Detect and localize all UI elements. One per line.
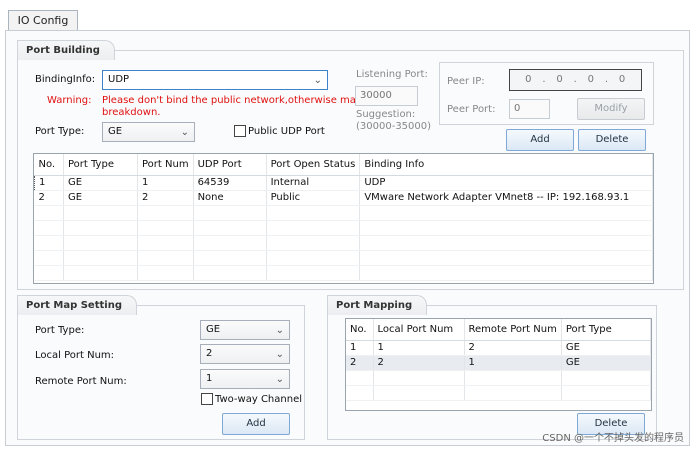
local-port-num-select[interactable]: 2 ⌄ (200, 344, 290, 364)
public-udp-checkbox[interactable] (234, 125, 246, 137)
suggestion-label: Suggestion: (356, 109, 416, 120)
cell-port-type: GE (561, 340, 651, 356)
cell-no: 2 (34, 190, 64, 206)
peer-ip-dot: . (604, 74, 609, 85)
column-header[interactable]: Local Port Num (373, 319, 465, 341)
cell-no: 1 (34, 175, 64, 191)
public-udp-label: Public UDP Port (248, 126, 325, 137)
cell-remote-port: 2 (464, 340, 562, 356)
local-port-num-value: 2 (206, 348, 213, 359)
map-port-type-value: GE (206, 324, 221, 335)
peer-port-input[interactable]: 0 (509, 99, 550, 119)
add-map-button[interactable]: Add (222, 413, 290, 435)
column-header[interactable]: Port Type (63, 154, 138, 176)
listening-port-input[interactable]: 30000 (355, 86, 418, 106)
peer-ip-octet-3: 0 (587, 74, 595, 85)
cell-no: 1 (346, 340, 374, 356)
empty-row (34, 265, 653, 281)
port-building-title: Port Building (17, 40, 115, 60)
peer-ip-input[interactable]: 0 . 0 . 0 . 0 (509, 69, 642, 91)
peer-ip-dot: . (542, 74, 547, 85)
cell-open-status: Internal (266, 175, 361, 191)
binding-info-label: BindingInfo: (35, 74, 96, 85)
empty-row (34, 235, 653, 251)
cell-open-status: Public (266, 190, 361, 206)
peer-ip-octet-2: 0 (556, 74, 564, 85)
cell-udp-port: 64539 (193, 175, 267, 191)
cell-remote-port: 1 (464, 355, 562, 371)
modify-button[interactable]: Modify (577, 98, 645, 120)
cell-local-port: 2 (373, 355, 465, 371)
table-row[interactable]: 1 GE 1 64539 Internal UDP (34, 175, 653, 191)
suggestion-range: (30000-35000) (356, 121, 432, 132)
cell-port-num: 2 (137, 190, 194, 206)
warning-text-line2: breakdown. (102, 107, 161, 118)
remote-port-num-label: Remote Port Num: (35, 376, 127, 387)
cell-no: 2 (346, 355, 374, 371)
empty-row (34, 220, 653, 236)
binding-info-select[interactable]: UDP ⌄ (102, 70, 328, 90)
chevron-down-icon: ⌄ (313, 75, 322, 86)
port-building-table: No. Port Type Port Num UDP Port Port Ope… (33, 153, 654, 284)
warning-text-line1: Please don't bind the public network,oth… (102, 95, 375, 106)
cell-port-type: GE (63, 190, 138, 206)
cell-port-type: GE (63, 175, 138, 191)
add-port-button[interactable]: Add (506, 129, 574, 151)
cell-port-num: 1 (137, 175, 194, 191)
column-header[interactable]: Port Open Status (266, 154, 361, 176)
cell-binding-info: VMware Network Adapter VMnet8 -- IP: 192… (359, 190, 653, 206)
column-header[interactable]: Remote Port Num (464, 319, 562, 341)
empty-row (346, 385, 651, 401)
delete-port-button[interactable]: Delete (578, 129, 646, 151)
tab-io-config[interactable]: IO Config (8, 10, 78, 31)
local-port-num-label: Local Port Num: (35, 350, 115, 361)
warning-label: Warning: (47, 95, 92, 106)
table-header-row: No. Local Port Num Remote Port Num Port … (346, 319, 651, 341)
two-way-channel-label: Two-way Channel (215, 394, 303, 405)
column-header[interactable]: UDP Port (193, 154, 267, 176)
binding-info-value: UDP (108, 74, 130, 85)
watermark-text: CSDN @一个不掉头发的程序员 (542, 433, 684, 444)
empty-row (346, 370, 651, 386)
peer-ip-octet-1: 0 (525, 74, 533, 85)
empty-row (34, 250, 653, 266)
two-way-channel-checkbox[interactable] (201, 393, 213, 405)
port-type-label: Port Type: (35, 126, 85, 137)
table-row[interactable]: 2 2 1 GE (346, 355, 651, 371)
cell-local-port: 1 (373, 340, 465, 356)
chevron-down-icon: ⌄ (180, 127, 189, 138)
peer-ip-dot: . (573, 74, 578, 85)
remote-port-num-select[interactable]: 1 ⌄ (200, 369, 290, 389)
port-mapping-title: Port Mapping (327, 295, 428, 315)
map-port-type-label: Port Type: (35, 325, 85, 336)
column-header[interactable]: No. (346, 319, 374, 341)
empty-row (34, 205, 653, 221)
cell-udp-port: None (193, 190, 267, 206)
column-header[interactable]: Binding Info (359, 154, 653, 176)
chevron-down-icon: ⌄ (275, 325, 284, 336)
peer-port-label: Peer Port: (447, 104, 496, 115)
cell-binding-info: UDP (359, 175, 653, 191)
chevron-down-icon: ⌄ (275, 374, 284, 385)
column-header[interactable]: Port Num (137, 154, 194, 176)
column-header[interactable]: No. (34, 154, 64, 176)
port-type-value: GE (108, 126, 123, 137)
listening-port-label: Listening Port: (356, 69, 428, 80)
table-row[interactable]: 2 GE 2 None Public VMware Network Adapte… (34, 190, 653, 206)
column-header[interactable]: Port Type (561, 319, 651, 341)
map-port-type-select[interactable]: GE ⌄ (200, 320, 290, 340)
peer-ip-label: Peer IP: (447, 76, 485, 87)
cell-port-type: GE (561, 355, 651, 371)
table-row[interactable]: 1 1 2 GE (346, 340, 651, 356)
port-type-select[interactable]: GE ⌄ (102, 122, 195, 142)
port-mapping-table: No. Local Port Num Remote Port Num Port … (345, 318, 652, 411)
chevron-down-icon: ⌄ (275, 349, 284, 360)
remote-port-num-value: 1 (206, 373, 213, 384)
port-map-setting-title: Port Map Setting (17, 295, 137, 315)
peer-ip-octet-4: 0 (618, 74, 626, 85)
table-header-row: No. Port Type Port Num UDP Port Port Ope… (34, 154, 653, 176)
